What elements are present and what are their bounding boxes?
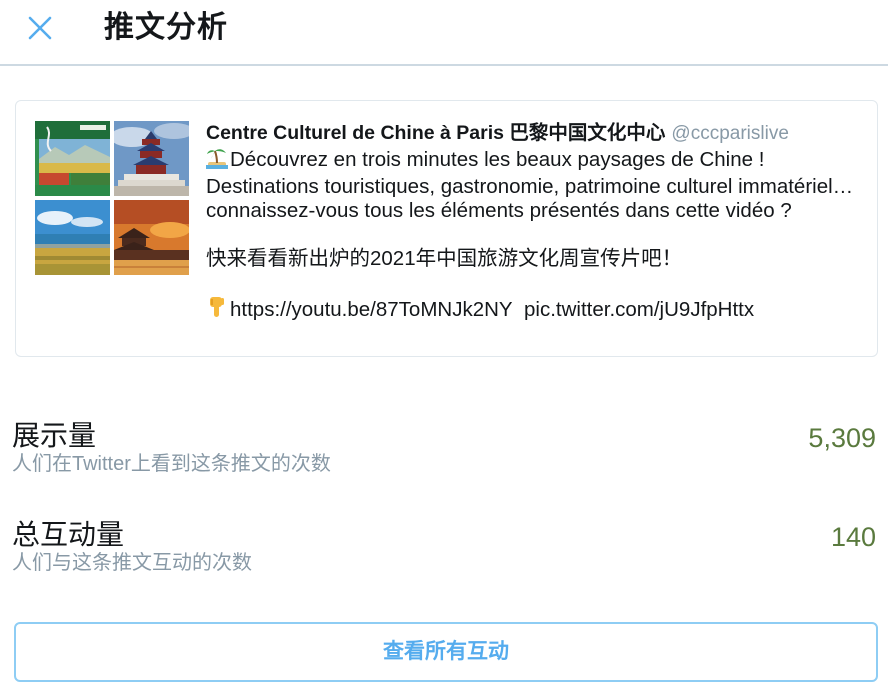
metric-impressions-desc: 人们在Twitter上看到这条推文的次数	[12, 453, 331, 475]
tweet-body: Centre Culturel de Chine à Paris 巴黎中国文化中…	[206, 121, 866, 325]
metric-engagements-value: 140	[830, 522, 876, 552]
tweet-author-line: Centre Culturel de Chine à Paris 巴黎中国文化中…	[206, 121, 866, 146]
header: 推文分析	[0, 0, 888, 66]
tweet-text-cn: 快来看看新出炉的2021年中国旅游文化周宣传片吧！	[206, 247, 683, 270]
island-emoji	[206, 147, 228, 175]
tweet-media-grid[interactable]	[35, 121, 189, 275]
tweet-links: https://youtu.be/87ToMNJk2NY pic.twitter…	[206, 295, 866, 325]
media-thumb-temple-of-heaven[interactable]	[114, 121, 189, 196]
tweet-text-fr: Découvrez en trois minutes les beaux pay…	[206, 147, 866, 223]
tweet-link-pic[interactable]: pic.twitter.com/jU9JfpHttx	[524, 298, 754, 321]
metric-impressions-label: 展示量	[12, 420, 97, 451]
pointing-down-emoji	[206, 295, 228, 325]
media-thumb-promo-poster[interactable]	[35, 121, 110, 196]
metric-engagements-label: 总互动量	[12, 519, 125, 550]
tweet-author-handle[interactable]: @cccparislive	[671, 123, 788, 144]
close-icon[interactable]	[26, 14, 56, 44]
tweet-link-youtube[interactable]: https://youtu.be/87ToMNJk2NY	[230, 298, 513, 321]
view-all-engagements-button[interactable]: 查看所有互动	[14, 622, 878, 682]
metric-engagements-desc: 人们与这条推文互动的次数	[12, 552, 252, 574]
tweet-author-name[interactable]: Centre Culturel de Chine à Paris 巴黎中国文化中…	[206, 122, 665, 144]
metric-impressions: 展示量 人们在Twitter上看到这条推文的次数 5,309	[12, 420, 878, 476]
tweet-card[interactable]: Centre Culturel de Chine à Paris 巴黎中国文化中…	[15, 100, 878, 357]
media-thumb-lake-landscape[interactable]	[35, 200, 110, 275]
page-title: 推文分析	[104, 11, 228, 44]
metric-impressions-value: 5,309	[808, 423, 876, 453]
metric-engagements: 总互动量 人们与这条推文互动的次数 140	[12, 519, 878, 575]
media-thumb-forbidden-city-sunset[interactable]	[114, 200, 189, 275]
tweet-text-fr-content: Découvrez en trois minutes les beaux pay…	[206, 148, 859, 222]
